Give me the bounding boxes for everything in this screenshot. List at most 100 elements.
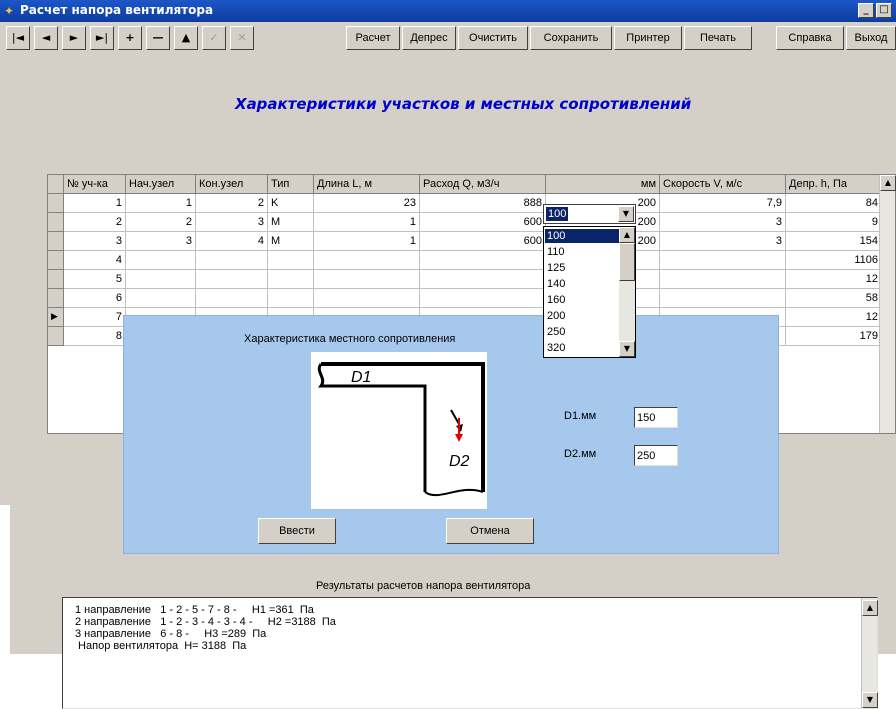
column-header-start-node[interactable]: Нач.узел [126,175,196,194]
results-memo[interactable]: 1 направление 1 - 2 - 5 - 7 - 8 - H1 =36… [62,597,878,709]
cell-type[interactable] [268,289,314,308]
cell-length[interactable]: 23 [314,194,420,213]
cell-end-node[interactable]: 4 [196,232,268,251]
cell-velocity[interactable]: 7,9 [660,194,786,213]
column-header-flow[interactable]: Расход Q, м3/ч [420,175,546,194]
maximize-button[interactable]: □ [876,3,892,18]
row-indicator[interactable] [48,194,64,213]
cell-type[interactable] [268,251,314,270]
row-indicator[interactable] [48,327,64,346]
cell-length[interactable]: 1 [314,232,420,251]
depression-button[interactable]: Депрес [402,26,456,50]
delete-record-button[interactable]: — [146,26,170,50]
cell-depression[interactable]: 12 [786,308,882,327]
insert-record-button[interactable]: + [118,26,142,50]
cell-segment[interactable]: 1 [64,194,126,213]
column-header-end-node[interactable]: Кон.узел [196,175,268,194]
cell-depression[interactable]: 179 [786,327,882,346]
dropdown-option[interactable]: 125 [545,261,619,275]
scroll-up-icon[interactable]: ▲ [880,175,896,191]
row-indicator[interactable] [48,232,64,251]
cell-segment[interactable]: 4 [64,251,126,270]
column-header-diameter[interactable]: мм [546,175,660,194]
cell-start-node[interactable]: 2 [126,213,196,232]
cell-start-node[interactable]: 1 [126,194,196,213]
edit-record-button[interactable]: ▲ [174,26,198,50]
cell-segment[interactable]: 3 [64,232,126,251]
cell-segment[interactable]: 6 [64,289,126,308]
cancel-edit-button[interactable]: ✕ [230,26,254,50]
cell-start-node[interactable] [126,270,196,289]
cell-type[interactable]: K [268,194,314,213]
dropdown-option[interactable]: 200 [545,309,619,323]
cell-segment[interactable]: 8 [64,327,126,346]
minimize-button[interactable]: _ [858,3,874,18]
next-record-button[interactable]: ► [62,26,86,50]
scroll-thumb[interactable] [619,243,635,281]
cell-segment[interactable]: 5 [64,270,126,289]
cell-depression[interactable]: 58 [786,289,882,308]
column-header-velocity[interactable]: Скорость V, м/с [660,175,786,194]
row-indicator[interactable] [48,213,64,232]
cell-end-node[interactable]: 3 [196,213,268,232]
cell-velocity[interactable] [660,251,786,270]
calculate-button[interactable]: Расчет [346,26,400,50]
cell-flow[interactable] [420,251,546,270]
cell-flow[interactable]: 888 [420,194,546,213]
cell-flow[interactable]: 600 [420,232,546,251]
last-record-button[interactable]: ►| [90,26,114,50]
post-edit-button[interactable]: ✓ [202,26,226,50]
save-button[interactable]: Сохранить [530,26,612,50]
cell-depression[interactable]: 84 [786,194,882,213]
cell-end-node[interactable]: 2 [196,194,268,213]
dropdown-option[interactable]: 100 [545,229,619,243]
scroll-down-icon[interactable]: ▼ [862,692,878,708]
cell-depression[interactable]: 12 [786,270,882,289]
row-indicator[interactable] [48,251,64,270]
cell-type[interactable] [268,270,314,289]
clear-button[interactable]: Очистить [458,26,528,50]
cell-end-node[interactable] [196,289,268,308]
dropdown-option[interactable]: 140 [545,277,619,291]
diameter-combo[interactable]: 100 ▼ [543,204,636,224]
column-header-segment[interactable]: № уч-ка [64,175,126,194]
first-record-button[interactable]: |◄ [6,26,30,50]
column-header-type[interactable]: Тип [268,175,314,194]
column-header-length[interactable]: Длина L, м [314,175,420,194]
cell-velocity[interactable]: 3 [660,232,786,251]
cell-flow[interactable]: 600 [420,213,546,232]
cell-depression[interactable]: 9 [786,213,882,232]
cell-velocity[interactable] [660,270,786,289]
prior-record-button[interactable]: ◄ [34,26,58,50]
cell-length[interactable] [314,289,420,308]
cell-segment[interactable]: 2 [64,213,126,232]
dropdown-option[interactable]: 160 [545,293,619,307]
printer-button[interactable]: Принтер [614,26,682,50]
scroll-down-icon[interactable]: ▼ [619,341,635,357]
cell-start-node[interactable] [126,251,196,270]
cell-length[interactable] [314,270,420,289]
cell-type[interactable]: M [268,232,314,251]
print-button[interactable]: Печать [684,26,752,50]
grid-scrollbar[interactable]: ▲ [879,175,896,433]
d1-field[interactable] [634,407,678,428]
cell-end-node[interactable] [196,251,268,270]
cell-flow[interactable] [420,270,546,289]
cell-segment[interactable]: 7 [64,308,126,327]
help-button[interactable]: Справка [776,26,844,50]
cell-depression[interactable]: 1106 [786,251,882,270]
diameter-dropdown-list[interactable]: 100 110 125 140 160 200 250 320 ▲ ▼ [543,226,636,358]
d2-field[interactable] [634,445,678,466]
dropdown-option[interactable]: 320 [545,341,619,355]
scroll-up-icon[interactable]: ▲ [862,600,878,616]
scroll-up-icon[interactable]: ▲ [619,227,635,243]
cell-flow[interactable] [420,289,546,308]
cell-depression[interactable]: 154 [786,232,882,251]
cell-velocity[interactable]: 3 [660,213,786,232]
cell-velocity[interactable] [660,289,786,308]
results-scrollbar[interactable]: ▲ ▼ [861,598,878,708]
cell-end-node[interactable] [196,270,268,289]
cell-start-node[interactable] [126,289,196,308]
cell-length[interactable] [314,251,420,270]
dropdown-option[interactable]: 110 [545,245,619,259]
